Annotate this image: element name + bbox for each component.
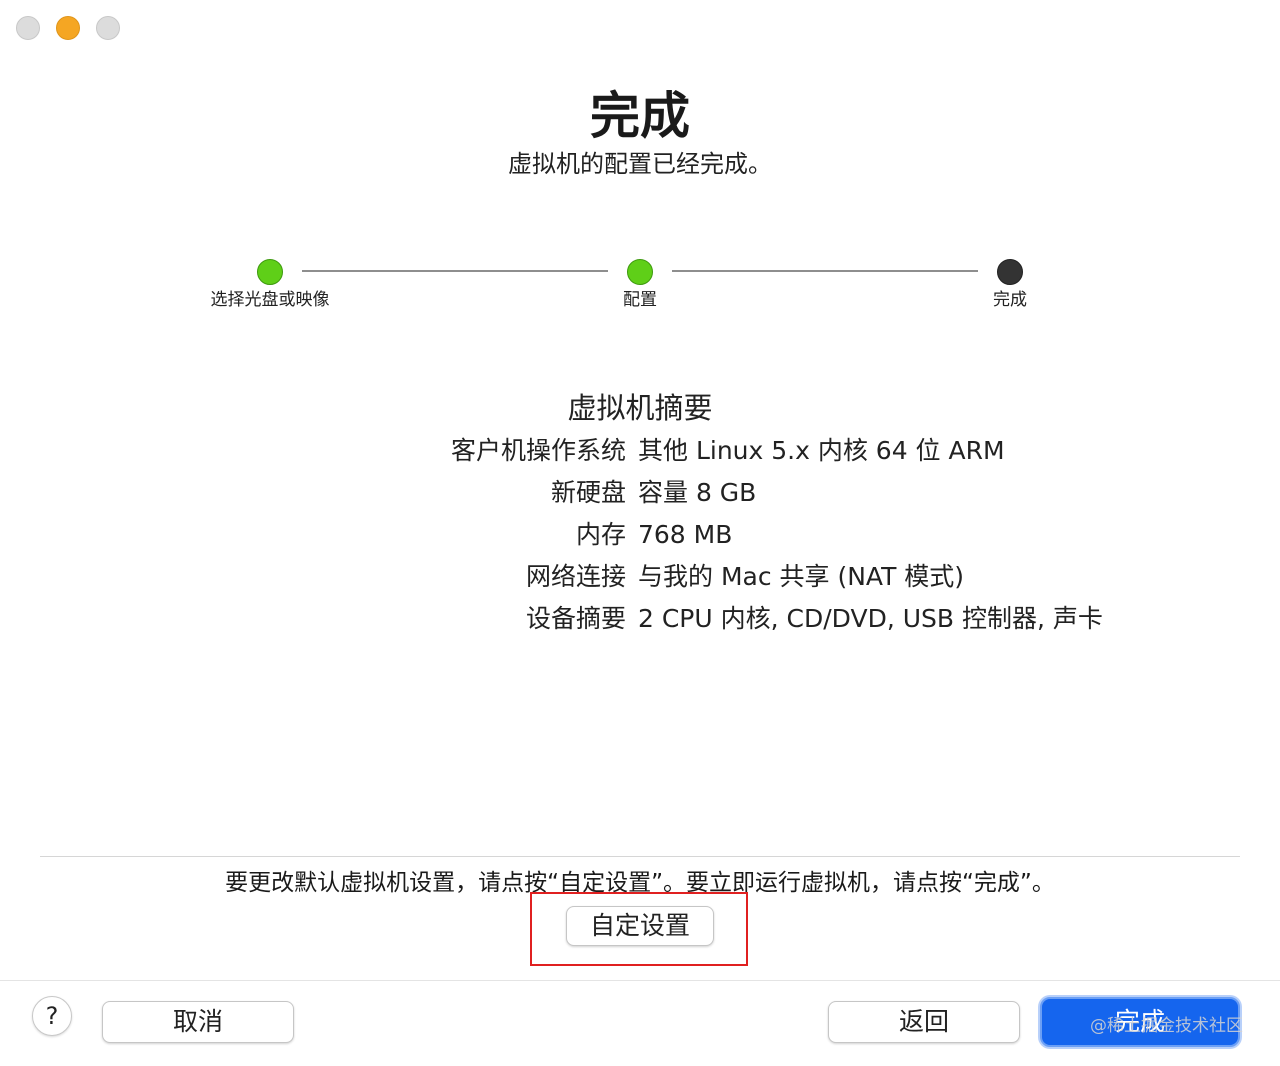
summary-row: 客户机操作系统 其他 Linux 5.x 内核 64 位 ARM <box>0 433 1280 469</box>
summary-key: 设备摘要 <box>525 604 626 633</box>
step-label: 选择光盘或映像 <box>210 290 330 310</box>
window-close-button[interactable] <box>16 16 40 40</box>
window-minimize-button[interactable] <box>56 16 80 40</box>
step-indicator-done-icon <box>257 259 283 285</box>
step-indicator-current-icon <box>997 259 1023 285</box>
summary-value: 其他 Linux 5.x 内核 64 位 ARM <box>638 436 1005 465</box>
summary-value: 与我的 Mac 共享 (NAT 模式) <box>638 562 965 591</box>
summary-key: 网络连接 <box>525 562 626 591</box>
summary-key: 客户机操作系统 <box>450 436 626 465</box>
page-title: 完成 <box>590 87 690 145</box>
summary-key: 新硬盘 <box>550 478 626 507</box>
summary-title: 虚拟机摘要 <box>567 391 713 425</box>
step-label: 完成 <box>993 290 1027 310</box>
step-connector <box>302 270 608 272</box>
page-subtitle: 虚拟机的配置已经完成。 <box>508 150 772 178</box>
step-label: 配置 <box>623 290 657 310</box>
summary-row: 网络连接 与我的 Mac 共享 (NAT 模式) <box>0 559 1280 595</box>
window-zoom-button[interactable] <box>96 16 120 40</box>
summary-value: 容量 8 GB <box>638 478 757 507</box>
summary-value: 768 MB <box>638 520 733 549</box>
help-button[interactable]: ? <box>32 996 72 1036</box>
summary-key: 内存 <box>575 520 626 549</box>
summary-row: 新硬盘 容量 8 GB <box>0 475 1280 511</box>
summary-row: 内存 768 MB <box>0 517 1280 553</box>
back-button[interactable]: 返回 <box>828 1001 1020 1043</box>
step-connector <box>672 270 978 272</box>
footer-divider <box>0 980 1280 981</box>
summary-value: 2 CPU 内核, CD/DVD, USB 控制器, 声卡 <box>638 604 1103 633</box>
divider <box>40 856 1240 857</box>
summary-row: 设备摘要 2 CPU 内核, CD/DVD, USB 控制器, 声卡 <box>0 601 1280 637</box>
highlight-box <box>530 892 748 966</box>
cancel-button[interactable]: 取消 <box>102 1001 294 1043</box>
watermark: @稀土掘金技术社区 <box>1090 1016 1243 1036</box>
step-indicator-done-icon <box>627 259 653 285</box>
